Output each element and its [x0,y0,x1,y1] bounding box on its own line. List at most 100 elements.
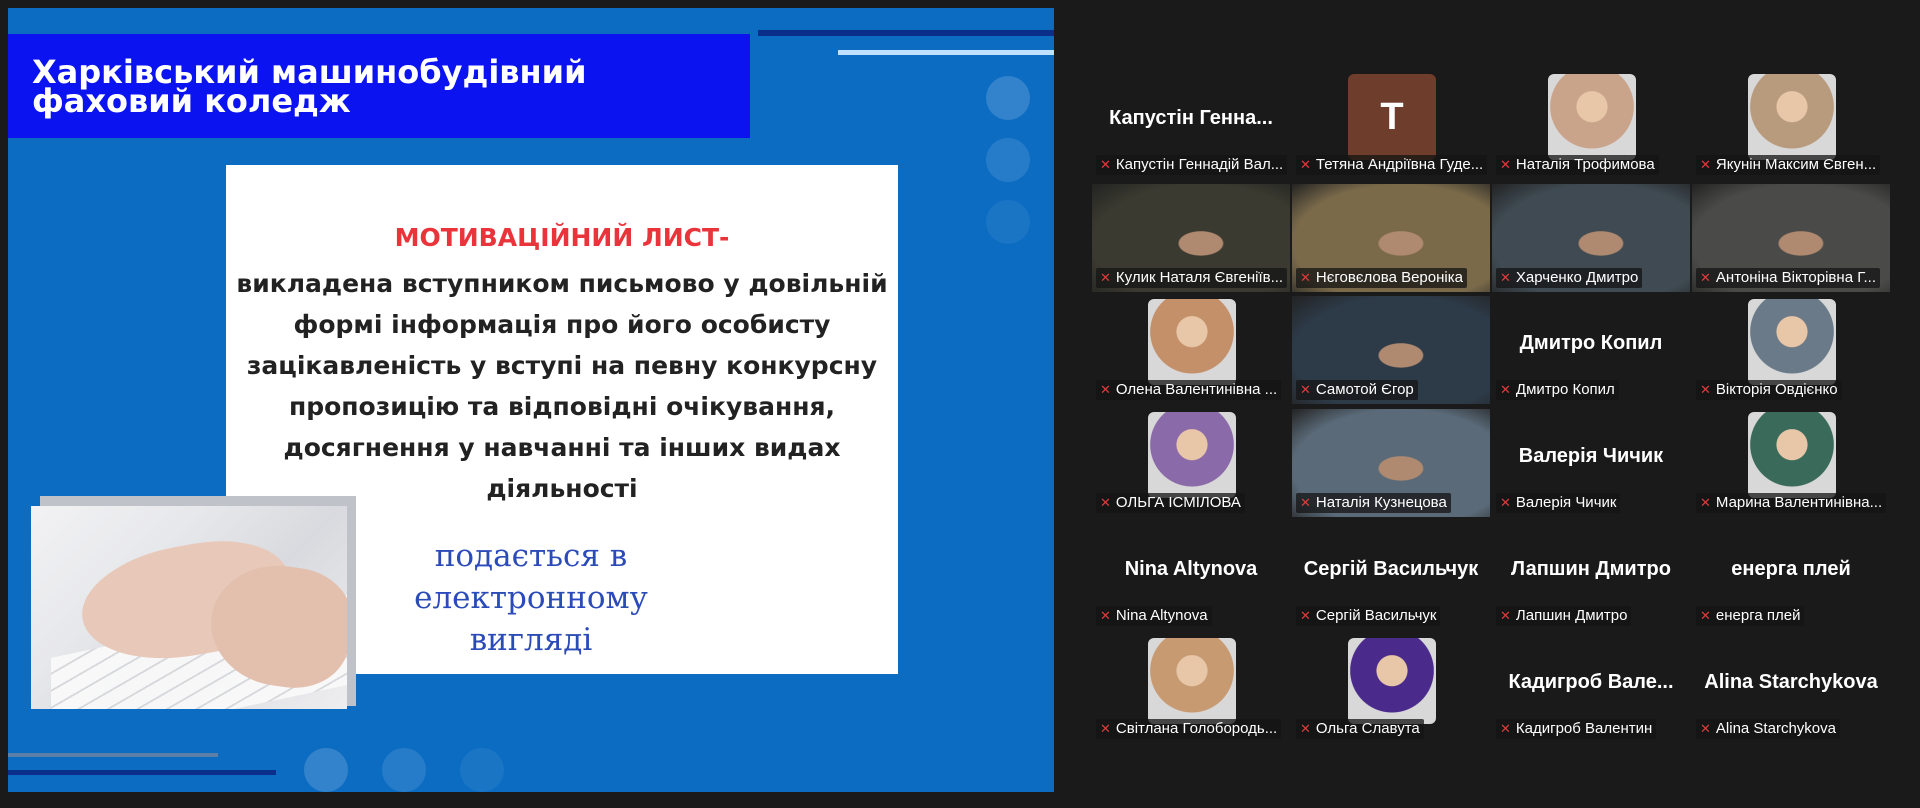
muted-mic-icon: ✕ [1100,269,1111,285]
participant-tile[interactable]: енерга плей ✕ енерга плей [1692,521,1890,630]
muted-mic-icon: ✕ [1100,495,1111,511]
participant-name: Наталія Кузнецова [1315,494,1447,512]
participant-tile[interactable]: ✕ Якунін Максим Євген... [1692,71,1890,179]
decor-circle [986,138,1030,182]
muted-mic-icon: ✕ [1500,269,1511,285]
participant-tile[interactable]: Nina Altynova ✕ Nina Altynova [1092,521,1290,630]
avatar [1748,74,1836,160]
participant-name: Кадигроб Валентин [1515,719,1653,737]
participant-name-label: ✕ Антоніна Вікторівна Г... [1696,267,1880,288]
muted-mic-icon: ✕ [1100,720,1111,736]
participant-tile[interactable]: ✕ Самотой Єгор [1292,296,1490,405]
participant-tile[interactable]: ✕ Вікторія Овдієнко [1692,296,1890,405]
participant-name-label: ✕ Кулик Наталя Євгеніїв... [1096,267,1288,288]
participant-display-name: енерга плей [1731,557,1851,580]
muted-mic-icon: ✕ [1700,157,1711,172]
participant-name-label: ✕ Ольга Славута [1296,718,1424,739]
decor-circle [986,76,1030,120]
avatar [1148,299,1236,386]
participant-name: Самотой Єгор [1315,381,1414,399]
participant-tile[interactable]: ✕ Марина Валентинівна... [1692,409,1890,518]
participant-tile[interactable]: ✕ Світлана Голобородь... [1092,634,1290,743]
participant-name-label: ✕ Нєговєлова Вероніка [1296,267,1467,288]
participant-name: Лапшин Дмитро [1515,606,1628,624]
participant-name: Антоніна Вікторівна Г... [1715,268,1876,286]
participant-tile[interactable]: Сергій Васильчук ✕ Сергій Васильчук [1292,521,1490,630]
participant-tile[interactable]: ✕ Наталія Кузнецова [1292,409,1490,518]
muted-mic-icon: ✕ [1500,720,1511,736]
participant-tile[interactable]: ✕ Кулик Наталя Євгеніїв... [1092,183,1290,292]
participant-tile[interactable]: ✕ Наталія Трофимова [1492,71,1690,179]
muted-mic-icon: ✕ [1500,495,1511,511]
participant-tile[interactable]: Валерія Чичик ✕ Валерія Чичик [1492,409,1690,518]
decor-line [8,753,218,757]
participant-name-label: ✕ Сергій Васильчук [1296,605,1441,626]
muted-mic-icon: ✕ [1700,382,1711,398]
muted-mic-icon: ✕ [1300,720,1311,736]
avatar: T [1348,74,1436,160]
muted-mic-icon: ✕ [1700,720,1711,736]
muted-mic-icon: ✕ [1700,495,1711,511]
slide-title: Харківський машинобудівний фаховий колед… [32,56,586,117]
participant-name-label: ✕ Якунін Максим Євген... [1696,155,1881,175]
participant-tile[interactable]: ✕ ОЛЬГА ІСМІЛОВА [1092,409,1290,518]
participant-tile[interactable]: Alina Starchykova ✕ Alina Starchykova [1692,634,1890,743]
participant-name: Харченко Дмитро [1515,268,1639,286]
participant-tile[interactable]: Кадигроб Вале... ✕ Кадигроб Валентин [1492,634,1690,743]
participant-name-label: ✕ Капустін Геннадій Вал... [1096,155,1288,175]
participant-name-label: ✕ Тетяна Андріївна Гуде... [1296,155,1488,175]
participant-name-label: ✕ Олена Валентинівна ... [1096,380,1282,401]
avatar [1148,637,1236,724]
participant-name: Ольга Славута [1315,719,1420,737]
participant-display-name: Валерія Чичик [1518,445,1664,468]
participant-tile[interactable]: Капустін Генна... ✕ Капустін Геннадій Вал.… [1092,71,1290,179]
slide-title-box: Харківський машинобудівний фаховий колед… [8,34,750,138]
participant-display-name: Alina Starchykova [1704,670,1878,693]
participant-name-label: ✕ Наталія Трофимова [1496,155,1659,175]
participant-name: Вікторія Овдієнко [1715,381,1838,399]
decor-circle [986,200,1030,244]
participant-name-label: ✕ Валерія Чичик [1496,493,1621,514]
participant-name: Nina Altynova [1115,606,1208,624]
participant-name: Марина Валентинівна... [1715,494,1883,512]
participant-display-name: Лапшин Дмитро [1511,557,1671,580]
participant-tile[interactable]: ✕ Нєговєлова Вероніка [1292,183,1490,292]
decor-line [8,770,276,775]
decor-circle [460,748,504,792]
participant-tile[interactable]: ✕ Олена Валентинівна ... [1092,296,1290,405]
participant-display-name: Кадигроб Вале... [1508,670,1674,693]
participant-tile[interactable]: ✕ Антоніна Вікторівна Г... [1692,183,1890,292]
slide-body-text: викладена вступником письмово у довільні… [236,269,888,503]
muted-mic-icon: ✕ [1500,607,1511,623]
decor-circle [382,748,426,792]
muted-mic-icon: ✕ [1700,607,1711,623]
muted-mic-icon: ✕ [1300,157,1311,172]
participant-name-label: ✕ Лапшин Дмитро [1496,605,1632,626]
muted-mic-icon: ✕ [1100,157,1111,172]
participant-display-name: Капустін Генна... [1109,107,1273,129]
participant-name: Капустін Геннадій Вал... [1115,156,1284,173]
avatar [1148,412,1236,499]
muted-mic-icon: ✕ [1300,495,1311,511]
participant-tile[interactable]: Лапшин Дмитро ✕ Лапшин Дмитро [1492,521,1690,630]
muted-mic-icon: ✕ [1100,382,1111,398]
decor-line [758,30,1054,36]
participant-name: ОЛЬГА ІСМІЛОВА [1115,494,1241,512]
participant-name: енерга плей [1715,606,1801,624]
muted-mic-icon: ✕ [1300,382,1311,398]
participant-tile[interactable]: ✕ Ольга Славута [1292,634,1490,743]
participant-name: Нєговєлова Вероніка [1315,268,1463,286]
participant-tile[interactable]: T ✕ Тетяна Андріївна Гуде... [1292,71,1490,179]
muted-mic-icon: ✕ [1500,382,1511,398]
muted-mic-icon: ✕ [1300,607,1311,623]
slide-note: подається в електронному вигляді [414,538,648,658]
participant-name: Alina Starchykova [1715,719,1836,737]
muted-mic-icon: ✕ [1500,157,1511,172]
participant-name: Якунін Максим Євген... [1715,156,1877,173]
avatar [1748,412,1836,499]
participant-tile[interactable]: Дмитро Копил ✕ Дмитро Копил [1492,296,1690,405]
participant-name-label: ✕ Вікторія Овдієнко [1696,380,1842,401]
participant-name-label: ✕ Самотой Єгор [1296,380,1418,401]
participant-tile[interactable]: ✕ Харченко Дмитро [1492,183,1690,292]
participant-name: Світлана Голобородь... [1115,719,1278,737]
